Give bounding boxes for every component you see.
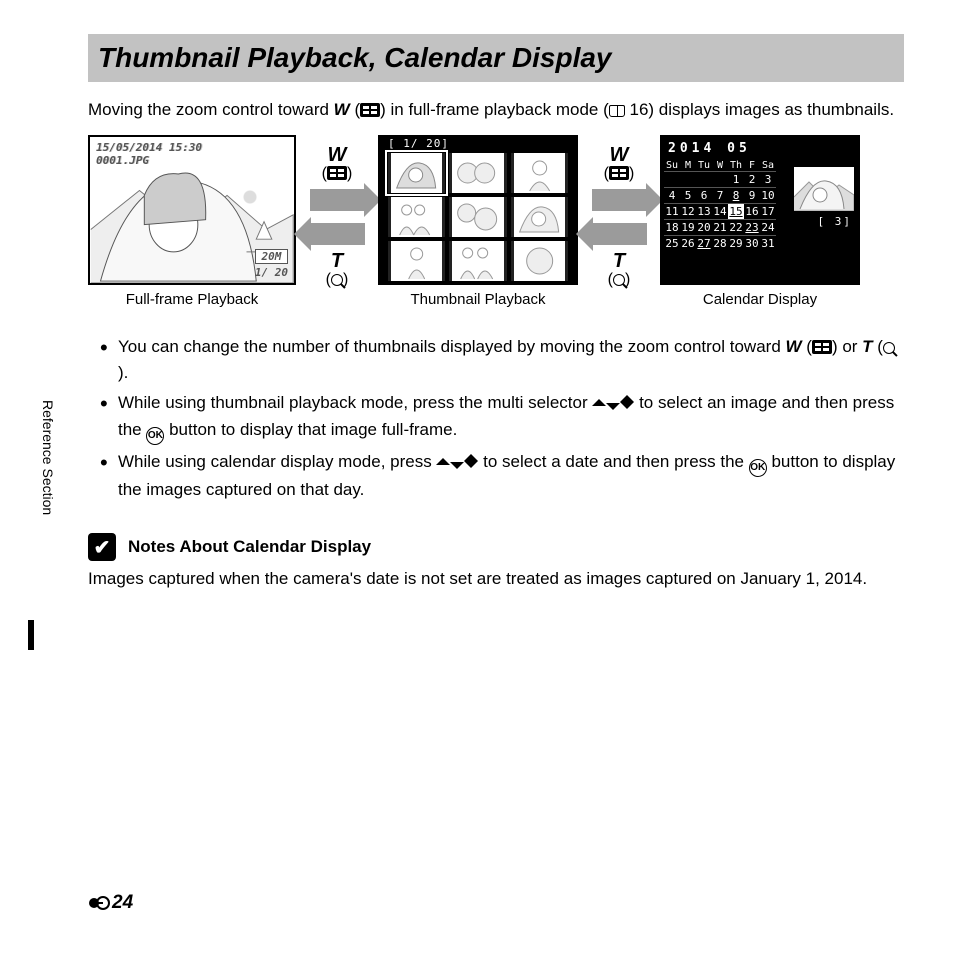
bullet-2: While using thumbnail playback mode, pre… bbox=[118, 390, 904, 444]
arrow-right-icon bbox=[592, 189, 647, 211]
fullframe-screen: 15/05/2014 15:30 0001.JPG 20M 1/ 20 bbox=[88, 135, 296, 285]
calendar-caption: Calendar Display bbox=[703, 291, 817, 308]
calendar-panel: 2014 05 SuMTuWThFSa123456789101112131415… bbox=[660, 135, 860, 308]
thumbnail-screen: [ 1/ 20] bbox=[378, 135, 578, 285]
arrow-left-icon bbox=[310, 223, 365, 245]
notes-section: ✔ Notes About Calendar Display Images ca… bbox=[88, 533, 904, 592]
fullframe-panel: 15/05/2014 15:30 0001.JPG 20M 1/ 20 Full… bbox=[88, 135, 296, 308]
arrow-right-icon bbox=[310, 189, 365, 211]
thumbnails-icon bbox=[812, 340, 832, 354]
bullet-list: You can change the number of thumbnails … bbox=[88, 334, 904, 503]
calendar-title: 2014 05 bbox=[664, 139, 856, 160]
manual-ref-icon bbox=[609, 105, 625, 117]
calendar-preview-thumb bbox=[794, 167, 854, 211]
thumbnail-caption: Thumbnail Playback bbox=[410, 291, 545, 308]
thumbnail-counter: [ 1/ 20] bbox=[388, 137, 449, 150]
section-side-label: Reference Section bbox=[40, 400, 56, 515]
fullframe-caption: Full-frame Playback bbox=[126, 291, 259, 308]
ok-button-icon: OK bbox=[749, 459, 767, 477]
calendar-count: [ 3] bbox=[818, 215, 853, 228]
zoom-arrows-1: W () T () bbox=[302, 135, 372, 289]
thumbnails-icon bbox=[609, 166, 629, 180]
fullframe-counter: 1/ 20 bbox=[255, 266, 288, 279]
magnify-icon bbox=[613, 274, 625, 286]
side-marker bbox=[28, 620, 34, 650]
magnify-icon bbox=[331, 274, 343, 286]
thumbnails-icon bbox=[327, 166, 347, 180]
zoom-arrows-2: W () T () bbox=[584, 135, 654, 289]
dpad-icon bbox=[436, 452, 478, 471]
intro-text: Moving the zoom control toward W () in f… bbox=[88, 98, 904, 123]
w-label: W bbox=[334, 100, 350, 119]
magnify-icon bbox=[883, 342, 895, 354]
ok-button-icon: OK bbox=[146, 427, 164, 445]
mode-diagram: 15/05/2014 15:30 0001.JPG 20M 1/ 20 Full… bbox=[88, 135, 904, 308]
fullframe-size: 20M bbox=[255, 249, 288, 264]
thumbnails-icon bbox=[360, 103, 380, 117]
fullframe-filename: 0001.JPG bbox=[96, 154, 202, 167]
section-title: Thumbnail Playback, Calendar Display bbox=[98, 42, 894, 74]
check-badge-icon: ✔ bbox=[88, 533, 116, 561]
section-title-bar: Thumbnail Playback, Calendar Display bbox=[88, 34, 904, 82]
arrow-left-icon bbox=[592, 223, 647, 245]
notes-body: Images captured when the camera's date i… bbox=[88, 567, 904, 592]
bullet-3: While using calendar display mode, press… bbox=[118, 449, 904, 503]
calendar-screen: 2014 05 SuMTuWThFSa123456789101112131415… bbox=[660, 135, 860, 285]
fullframe-date: 15/05/2014 15:30 bbox=[96, 141, 202, 154]
page-number: 24 bbox=[88, 892, 133, 914]
dpad-icon bbox=[592, 393, 634, 412]
notes-heading: Notes About Calendar Display bbox=[128, 537, 371, 557]
thumbnail-panel: [ 1/ 20] Thumbnail Playback bbox=[378, 135, 578, 308]
bullet-1: You can change the number of thumbnails … bbox=[118, 334, 904, 387]
